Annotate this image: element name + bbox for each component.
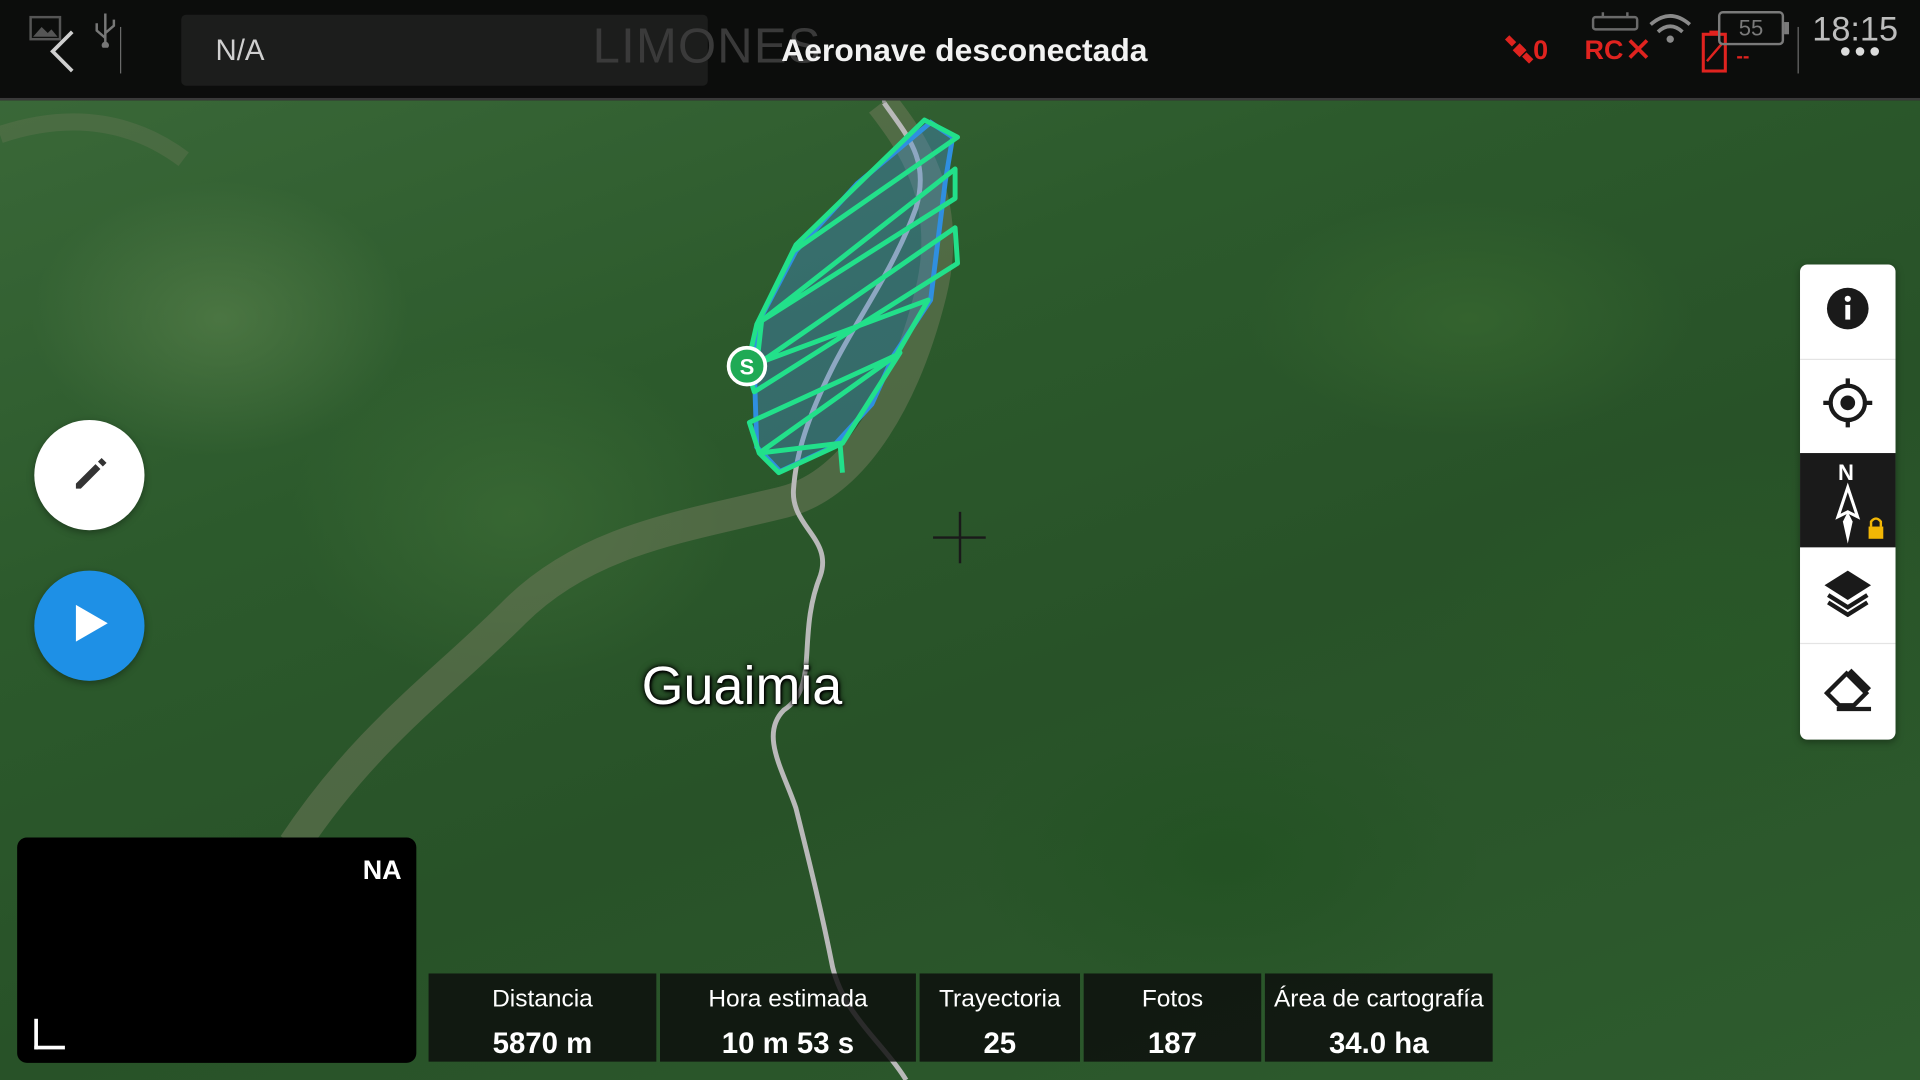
info-button[interactable]: [1800, 264, 1896, 361]
clear-map-button[interactable]: [1800, 643, 1896, 737]
rc-label: RC: [1584, 34, 1624, 65]
compass-north-lock-icon: N: [1811, 457, 1884, 544]
compass-north-lock-button[interactable]: N: [1800, 453, 1896, 548]
satellite-count: 0: [1533, 34, 1549, 65]
back-icon[interactable]: [37, 27, 86, 76]
stat-estimated-time: Hora estimada 10 m 53 s: [660, 973, 916, 1062]
map-place-label: Guaimia: [641, 656, 843, 717]
map-tools-panel: N: [1800, 264, 1896, 740]
stat-distance: Distancia 5870 m: [428, 973, 657, 1062]
stat-time-label: Hora estimada: [708, 985, 868, 1013]
stat-trajectory-label: Trayectoria: [939, 985, 1061, 1013]
start-mission-button[interactable]: [34, 570, 145, 681]
stat-photos-label: Fotos: [1141, 985, 1204, 1013]
camera-preview-label: NA: [362, 854, 402, 886]
svg-text:S: S: [740, 355, 755, 380]
more-options-icon[interactable]: [1839, 44, 1881, 59]
stat-photos-value: 187: [1147, 1027, 1197, 1061]
map-center-crosshair: [933, 511, 986, 564]
usb-icon: [91, 10, 120, 49]
aircraft-battery-value: --: [1736, 46, 1750, 68]
locate-button[interactable]: [1800, 359, 1896, 455]
stat-area-label: Área de cartografía: [1273, 985, 1484, 1013]
eraser-icon: [1822, 661, 1873, 719]
stat-distance-label: Distancia: [492, 985, 593, 1013]
pencil-icon: [69, 451, 111, 499]
info-icon: [1826, 287, 1870, 337]
camera-preview-window[interactable]: NA: [17, 837, 417, 1063]
locate-icon: [1822, 377, 1873, 435]
connection-status: Aeronave desconectada: [781, 31, 1148, 69]
stat-time-value: 10 m 53 s: [721, 1027, 855, 1061]
edit-mission-button[interactable]: [34, 420, 145, 531]
map-layers-icon: [1822, 568, 1873, 623]
top-status-bar: N/A LIMONES Aeronave desconectada 0 RC -…: [0, 0, 1920, 101]
map-layers-button[interactable]: [1800, 549, 1896, 645]
stat-area-value: 34.0 ha: [1328, 1027, 1429, 1061]
stat-trajectory: Trayectoria 25: [919, 973, 1081, 1062]
remote-controller-icon: [1589, 10, 1640, 32]
rc-battery-indicator: 55: [1717, 10, 1793, 47]
satellite-icon: [1504, 34, 1536, 66]
stat-distance-value: 5870 m: [492, 1027, 593, 1061]
start-marker[interactable]: S: [726, 345, 768, 387]
expand-corner-icon[interactable]: [34, 1018, 65, 1050]
stat-trajectory-value: 25: [983, 1027, 1017, 1061]
stat-photos: Fotos 187: [1083, 973, 1262, 1062]
wifi-signal-icon: [1646, 10, 1695, 47]
stat-mapping-area: Área de cartografía 34.0 ha: [1264, 973, 1493, 1062]
play-icon: [69, 601, 111, 651]
